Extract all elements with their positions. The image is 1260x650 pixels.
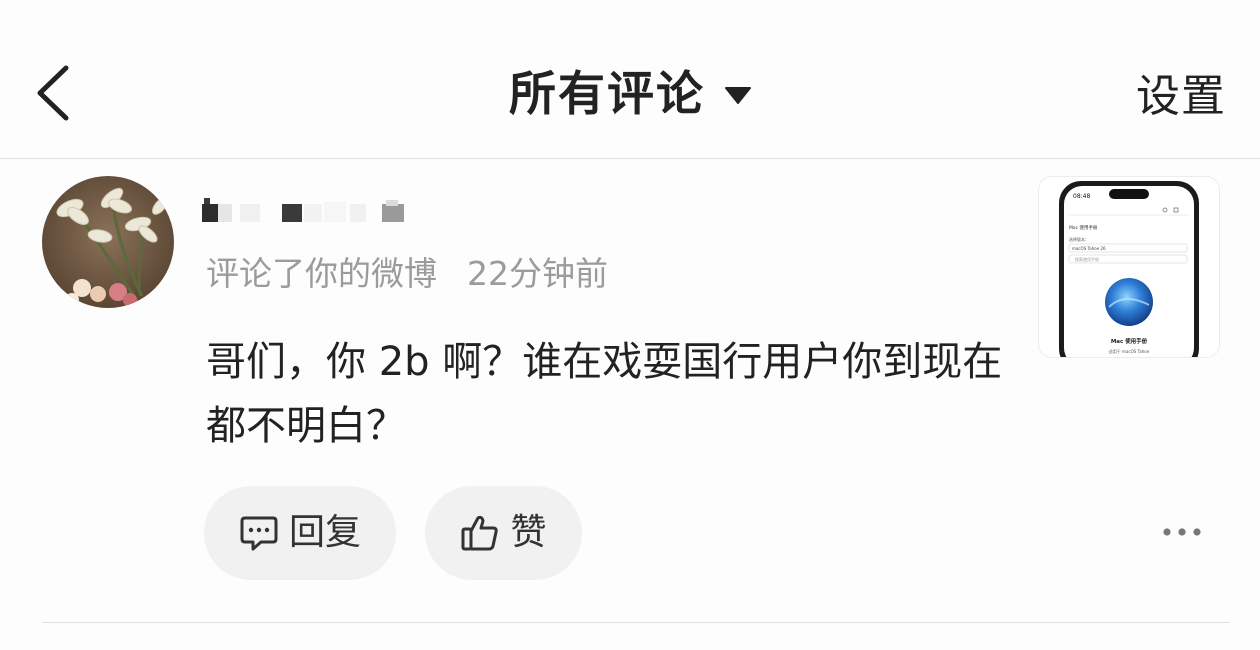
thumb-select-label: 选择版本: — [1069, 236, 1086, 242]
reply-label: 回复 — [288, 512, 361, 553]
more-options-button[interactable] — [1160, 518, 1204, 546]
comments-screen: 所有评论 设置 评论了你的微博 22分钟前 哥们，你 2b 啊？谁在戏耍国行用户… — [0, 0, 1260, 650]
obscured-username-image — [202, 198, 404, 222]
chevron-left-icon — [37, 65, 69, 121]
more-dots-icon — [1163, 528, 1201, 536]
thumbs-up-icon — [461, 515, 499, 551]
comment-action-text: 评论了你的微博 — [206, 254, 437, 293]
top-nav-bar: 所有评论 设置 — [0, 0, 1260, 159]
comment-text: 哥们，你 2b 啊？谁在戏耍国行用户你到现在都不明白？ — [206, 339, 1003, 449]
comment-timestamp: 22分钟前 — [467, 254, 608, 293]
avatar-flower-image — [42, 176, 174, 308]
thumb-select-value: macOS Tahoe 26 — [1072, 246, 1106, 251]
settings-button[interactable]: 设置 — [1136, 66, 1226, 128]
thumb-search-placeholder: 搜索使用手册 — [1075, 256, 1099, 262]
thumb-book-subtitle: 适用于 macOS Tahoe — [1109, 348, 1150, 354]
avatar[interactable] — [42, 176, 174, 308]
reply-button[interactable]: 回复 — [204, 486, 396, 580]
original-post-thumbnail[interactable]: 08:48 Mac 使用手册 选择版本: macOS Tahoe 26 搜索使用… — [1038, 176, 1220, 358]
like-button[interactable]: 赞 — [425, 486, 582, 580]
comment-filter-dropdown[interactable]: 所有评论 — [509, 60, 751, 130]
phone-screenshot-image: 08:48 Mac 使用手册 选择版本: macOS Tahoe 26 搜索使用… — [1059, 181, 1199, 357]
back-button[interactable] — [30, 60, 80, 126]
thumb-status-time: 08:48 — [1073, 193, 1090, 200]
caret-down-icon — [725, 87, 751, 104]
page-title: 所有评论 — [509, 67, 705, 122]
comment-meta: 评论了你的微博 22分钟前 — [206, 250, 608, 298]
divider — [42, 622, 1230, 623]
thumb-page-heading: Mac 使用手册 — [1069, 224, 1098, 231]
comment-author-name[interactable] — [200, 190, 410, 230]
comment-icon — [240, 516, 278, 551]
like-label: 赞 — [510, 512, 547, 553]
thumb-book-title: Mac 使用手册 — [1111, 337, 1148, 345]
